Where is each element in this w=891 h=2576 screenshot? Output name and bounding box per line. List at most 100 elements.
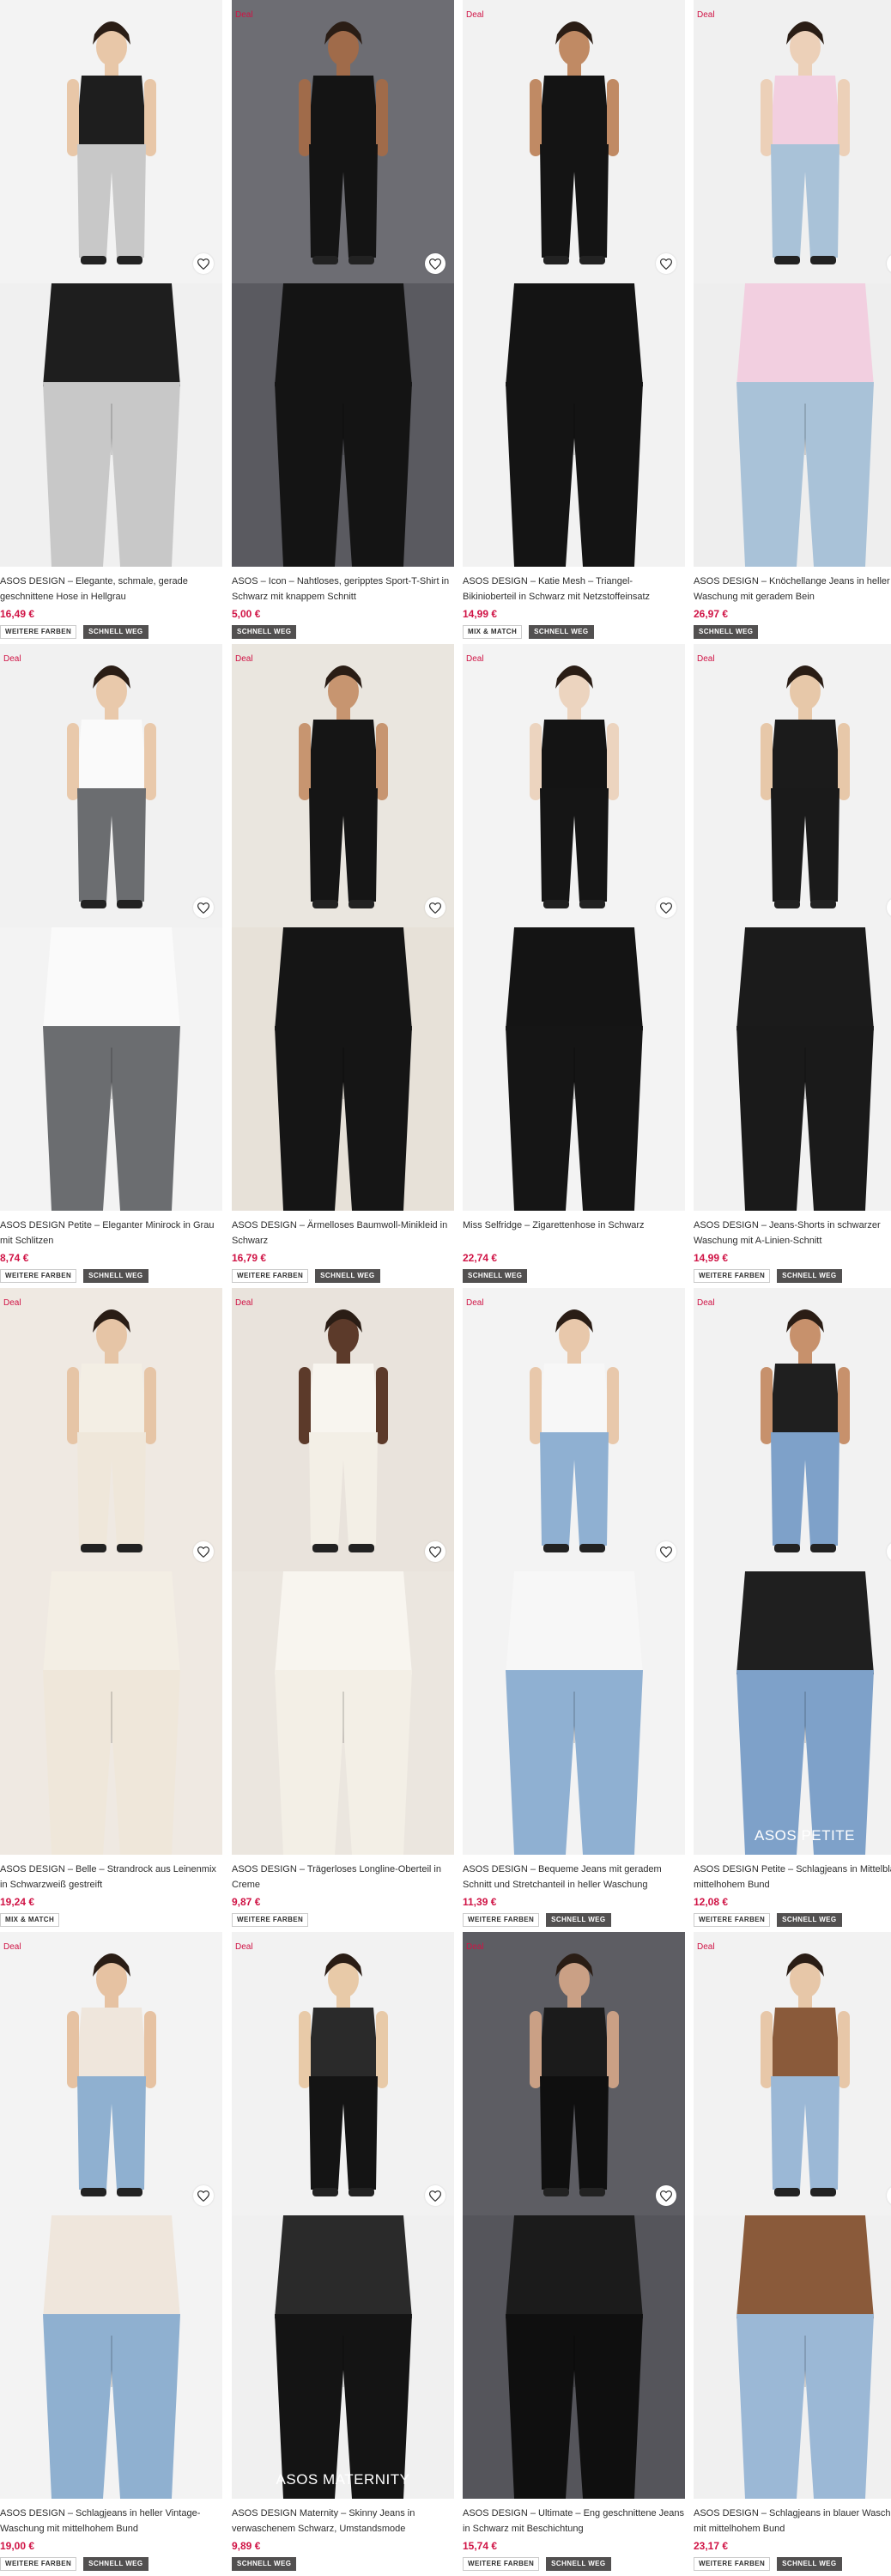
more-colours-badge: WEITERE FARBEN — [694, 1269, 771, 1283]
product-card[interactable]: Deal ASOS DESIGN – Ultimate – Eng geschni… — [463, 1932, 685, 2571]
product-title[interactable]: ASOS – Icon – Nahtloses, geripptes Sport… — [232, 574, 454, 605]
product-card[interactable]: Deal ASOS DESIGN – Katie Mesh – Triangel-… — [463, 0, 685, 639]
product-price: 22,74 € — [463, 1252, 498, 1264]
product-card[interactable]: Deal ASOS DESIGN – Ärmelloses Baumwoll-Mi… — [232, 644, 454, 1283]
product-title[interactable]: ASOS DESIGN – Ultimate – Eng geschnitten… — [463, 2506, 685, 2537]
product-price: 16,49 € — [0, 608, 35, 620]
heart-icon[interactable] — [425, 1541, 446, 1562]
product-image[interactable] — [0, 0, 222, 567]
product-card[interactable]: Deal ASOS DESIGN – Jeans-Shorts in schwar… — [694, 644, 891, 1283]
product-image[interactable]: Deal — [232, 644, 454, 1211]
product-image[interactable]: Deal — [463, 644, 685, 1211]
product-title[interactable]: ASOS DESIGN – Bequeme Jeans mit geradem … — [463, 1862, 685, 1893]
product-title[interactable]: ASOS DESIGN – Knöchellange Jeans in hell… — [694, 574, 891, 605]
product-title[interactable]: ASOS DESIGN – Jeans-Shorts in schwarzer … — [694, 1218, 891, 1249]
heart-icon[interactable] — [193, 897, 214, 918]
product-card[interactable]: Deal ASOS DESIGN – Bequeme Jeans mit gera… — [463, 1288, 685, 1927]
product-photo-alt — [232, 2215, 454, 2499]
product-card[interactable]: Deal ASOS MATERNITY ASOS DESIGN Maternity … — [232, 1932, 454, 2571]
selling-fast-badge: SCHNELL WEG — [777, 2557, 842, 2571]
selling-fast-badge: SCHNELL WEG — [777, 1269, 842, 1283]
product-image[interactable]: Deal — [0, 1932, 222, 2499]
product-tags: SCHNELL WEG — [694, 625, 891, 639]
product-tags: MIX & MATCH SCHNELL WEG — [463, 625, 685, 639]
product-photo-alt — [232, 927, 454, 1211]
deal-badge: Deal — [235, 654, 253, 664]
heart-icon[interactable] — [193, 2185, 214, 2206]
product-image[interactable]: Deal — [694, 0, 891, 567]
heart-icon[interactable] — [656, 253, 676, 274]
product-tags: WEITERE FARBEN SCHNELL WEG — [0, 1269, 222, 1283]
product-photo-main — [232, 644, 454, 927]
heart-icon[interactable] — [656, 1541, 676, 1562]
more-colours-badge: WEITERE FARBEN — [694, 1913, 771, 1927]
deal-badge: Deal — [235, 1298, 253, 1308]
product-title[interactable]: ASOS DESIGN – Schlagjeans in heller Vint… — [0, 2506, 222, 2537]
product-title[interactable]: ASOS DESIGN – Ärmelloses Baumwoll-Minikl… — [232, 1218, 454, 1249]
product-image[interactable]: Deal — [0, 1288, 222, 1855]
product-photo-alt — [463, 2215, 685, 2499]
product-image[interactable]: Deal — [0, 644, 222, 1211]
product-image[interactable]: Deal — [463, 0, 685, 567]
product-image[interactable]: Deal ASOS MATERNITY — [232, 1932, 454, 2499]
product-card[interactable]: Deal ASOS DESIGN Petite – Eleganter Minir… — [0, 644, 222, 1283]
heart-icon[interactable] — [656, 2185, 676, 2206]
deal-badge: Deal — [235, 10, 253, 20]
product-price: 12,08 € — [694, 1896, 729, 1908]
product-photo-main — [463, 1288, 685, 1571]
product-title[interactable]: ASOS DESIGN – Belle – Strandrock aus Lei… — [0, 1862, 222, 1893]
product-price: 11,39 € — [463, 1896, 497, 1908]
product-card[interactable]: Deal ASOS DESIGN – Schlagjeans in blauer … — [694, 1932, 891, 2571]
product-title[interactable]: ASOS DESIGN – Trägerloses Longline-Obert… — [232, 1862, 454, 1893]
product-card[interactable]: ASOS DESIGN – Elegante, schmale, gerade … — [0, 0, 222, 639]
more-colours-badge: WEITERE FARBEN — [694, 2557, 771, 2571]
deal-badge: Deal — [235, 1942, 253, 1952]
product-card[interactable]: Deal ASOS – Icon – Nahtloses, geripptes S… — [232, 0, 454, 639]
product-card[interactable]: Deal ASOS DESIGN – Schlagjeans in heller … — [0, 1932, 222, 2571]
product-title[interactable]: ASOS DESIGN – Schlagjeans in blauer Wasc… — [694, 2506, 891, 2537]
product-title[interactable]: ASOS DESIGN Petite – Schlagjeans in Mitt… — [694, 1862, 891, 1893]
product-title[interactable]: ASOS DESIGN Maternity – Skinny Jeans in … — [232, 2506, 454, 2537]
heart-icon[interactable] — [193, 1541, 214, 1562]
product-photo-main — [0, 644, 222, 927]
heart-icon[interactable] — [193, 253, 214, 274]
product-card[interactable]: Deal ASOS PETITE ASOS DESIGN Petite – Schl… — [694, 1288, 891, 1927]
product-image[interactable]: Deal — [694, 1932, 891, 2499]
product-image[interactable]: Deal — [463, 1932, 685, 2499]
product-title[interactable]: ASOS DESIGN – Katie Mesh – Triangel-Biki… — [463, 574, 685, 605]
product-image[interactable]: Deal — [232, 0, 454, 567]
product-tags: WEITERE FARBEN SCHNELL WEG — [463, 1913, 685, 1927]
product-photo-main — [232, 0, 454, 283]
product-tags: SCHNELL WEG — [232, 625, 454, 639]
heart-icon[interactable] — [425, 253, 446, 274]
mix-match-badge: MIX & MATCH — [463, 625, 523, 639]
deal-badge: Deal — [3, 1298, 21, 1308]
product-card[interactable]: Deal ASOS DESIGN – Knöchellange Jeans in … — [694, 0, 891, 639]
product-card[interactable]: Deal ASOS DESIGN – Belle – Strandrock aus… — [0, 1288, 222, 1927]
product-image[interactable]: Deal ASOS PETITE — [694, 1288, 891, 1855]
heart-icon[interactable] — [656, 897, 676, 918]
product-photo-alt — [694, 2215, 891, 2499]
product-image[interactable]: Deal — [694, 644, 891, 1211]
product-title[interactable]: Miss Selfridge – Zigarettenhose in Schwa… — [463, 1218, 685, 1249]
deal-badge: Deal — [466, 1298, 484, 1308]
product-image[interactable]: Deal — [232, 1288, 454, 1855]
more-colours-badge: WEITERE FARBEN — [0, 2557, 77, 2571]
selling-fast-badge: SCHNELL WEG — [546, 1913, 611, 1927]
product-photo-alt — [232, 283, 454, 567]
product-image[interactable]: Deal — [463, 1288, 685, 1855]
more-colours-badge: WEITERE FARBEN — [232, 1269, 309, 1283]
product-title[interactable]: ASOS DESIGN Petite – Eleganter Minirock … — [0, 1218, 222, 1249]
deal-badge: Deal — [697, 1298, 715, 1308]
product-title[interactable]: ASOS DESIGN – Elegante, schmale, gerade … — [0, 574, 222, 605]
heart-icon[interactable] — [425, 897, 446, 918]
product-photo-main — [463, 1932, 685, 2215]
product-card[interactable]: Deal Miss Selfridge – Zigarettenhose in S… — [463, 644, 685, 1283]
product-photo-main — [232, 1288, 454, 1571]
heart-icon[interactable] — [425, 2185, 446, 2206]
product-price: 5,00 € — [232, 608, 261, 620]
deal-badge: Deal — [697, 1942, 715, 1952]
product-card[interactable]: Deal ASOS DESIGN – Trägerloses Longline-O… — [232, 1288, 454, 1927]
brand-overlay-label: ASOS PETITE — [755, 1827, 855, 1844]
product-tags: WEITERE FARBEN SCHNELL WEG — [694, 1913, 891, 1927]
